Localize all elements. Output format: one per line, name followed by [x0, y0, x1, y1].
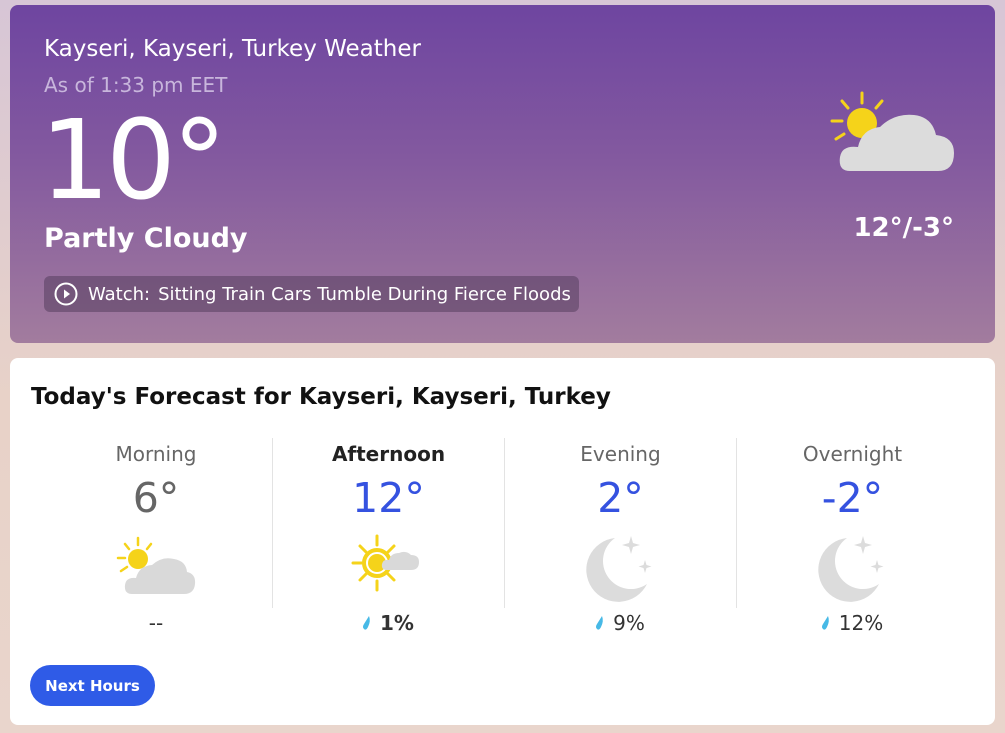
precipitation-row: -- 1% 9% 12% — [40, 610, 968, 636]
raindrop-icon — [596, 616, 603, 630]
clear-night-icon — [585, 536, 651, 602]
current-condition: Partly Cloudy — [44, 223, 248, 254]
next-hours-button[interactable]: Next Hours — [30, 665, 155, 706]
precip-afternoon: 1% — [272, 610, 504, 636]
precip-morning: -- — [40, 610, 272, 636]
todays-forecast-card: Today's Forecast for Kayseri, Kayseri, T… — [10, 358, 995, 725]
current-temperature: 10° — [40, 96, 227, 224]
period-afternoon[interactable]: Afternoon 12° — [272, 438, 504, 608]
watch-title: Sitting Train Cars Tumble During Fierce … — [158, 283, 571, 305]
period-name: Evening — [580, 442, 661, 466]
period-name: Overnight — [802, 442, 903, 466]
period-temperature: 2° — [597, 474, 644, 522]
high-low-temperature: 12°/-3° — [853, 213, 954, 243]
precip-value: 12% — [838, 611, 884, 635]
watch-prefix: Watch: — [88, 283, 151, 305]
forecast-title: Today's Forecast for Kayseri, Kayseri, T… — [31, 384, 611, 410]
location-title: Kayseri, Kayseri, Turkey Weather — [44, 36, 421, 62]
watch-video-link[interactable]: Watch: Sitting Train Cars Tumble During F… — [44, 276, 579, 312]
period-name: Morning — [115, 442, 197, 466]
precip-value: 9% — [613, 611, 645, 635]
play-icon — [54, 282, 78, 306]
forecast-periods: Morning 6° Afternoon 12° Evening 2° Over… — [40, 438, 968, 608]
precip-overnight: 12% — [736, 610, 968, 636]
current-conditions-card: Kayseri, Kayseri, Turkey Weather As of 1… — [10, 5, 995, 343]
period-name: Afternoon — [331, 442, 446, 466]
partly-cloudy-icon — [830, 91, 954, 171]
period-overnight[interactable]: Overnight -2° — [736, 438, 968, 608]
precip-value: 1% — [380, 611, 414, 635]
raindrop-icon — [821, 616, 829, 630]
partly-cloudy-icon — [116, 536, 196, 594]
period-temperature: -2° — [821, 474, 884, 522]
precip-value: -- — [148, 611, 164, 635]
mostly-sunny-icon — [351, 534, 419, 592]
period-morning[interactable]: Morning 6° — [40, 438, 272, 608]
observation-time: As of 1:33 pm EET — [44, 73, 228, 97]
period-temperature: 6° — [132, 474, 180, 522]
period-temperature: 12° — [352, 474, 425, 522]
weather-page: Kayseri, Kayseri, Turkey Weather As of 1… — [0, 0, 1005, 733]
clear-night-icon — [817, 536, 883, 602]
precip-evening: 9% — [504, 610, 736, 636]
raindrop-icon — [363, 616, 370, 630]
period-evening[interactable]: Evening 2° — [504, 438, 736, 608]
